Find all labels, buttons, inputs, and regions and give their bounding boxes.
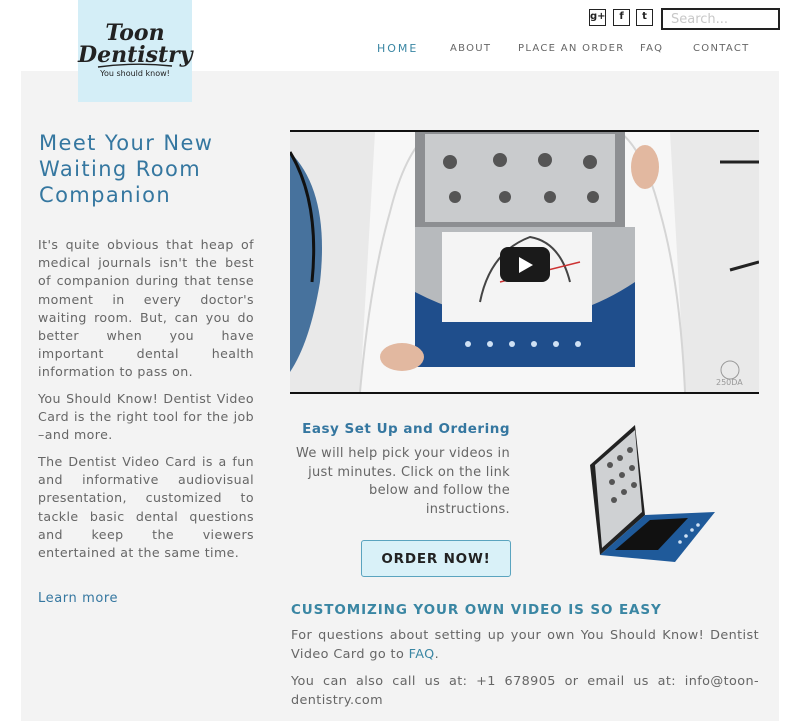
twitter-icon[interactable]: t — [636, 9, 653, 26]
video-watermark: 250DA — [716, 378, 743, 387]
video-card-image — [590, 425, 715, 562]
customize-faq-end: . — [434, 646, 440, 662]
nav-home[interactable]: HOME — [377, 42, 418, 55]
customize-faq-paragraph: For questions about setting up your own … — [291, 627, 759, 664]
learn-more-link[interactable]: Learn more — [38, 591, 118, 606]
setup-title: Easy Set Up and Ordering — [302, 421, 510, 437]
hero-title: Meet Your New Waiting Room Companion — [39, 131, 214, 207]
nav-about[interactable]: ABOUT — [450, 43, 491, 54]
facebook-icon[interactable]: f — [613, 9, 630, 26]
google-plus-icon[interactable]: g+ — [589, 9, 606, 26]
faq-link[interactable]: FAQ — [409, 647, 435, 662]
customize-faq-text: For questions about setting up your own … — [291, 628, 759, 662]
contact-paragraph: You can also call us at: +1 678905 or em… — [291, 674, 759, 708]
search-input[interactable] — [661, 8, 780, 30]
tool-paragraph: You Should Know! Dentist Video Card is t… — [38, 391, 254, 443]
description-paragraph: The Dentist Video Card is a fun and info… — [38, 454, 254, 561]
nav-place-an-order[interactable]: PLACE AN ORDER — [518, 43, 624, 54]
play-icon[interactable] — [500, 247, 550, 282]
nav-contact[interactable]: CONTACT — [693, 43, 750, 54]
video-player[interactable]: 250DA — [290, 130, 759, 394]
logo[interactable]: Toon Dentistry You should know! — [78, 0, 193, 102]
intro-paragraph: It's quite obvious that heap of medical … — [38, 237, 254, 380]
setup-text: We will help pick your videos in just mi… — [296, 446, 510, 517]
logo-tagline: You should know! — [100, 69, 170, 78]
nav-faq[interactable]: FAQ — [640, 43, 663, 54]
order-now-button[interactable]: ORDER NOW! — [361, 540, 511, 577]
customize-title: CUSTOMIZING YOUR OWN VIDEO IS SO EASY — [291, 602, 662, 618]
